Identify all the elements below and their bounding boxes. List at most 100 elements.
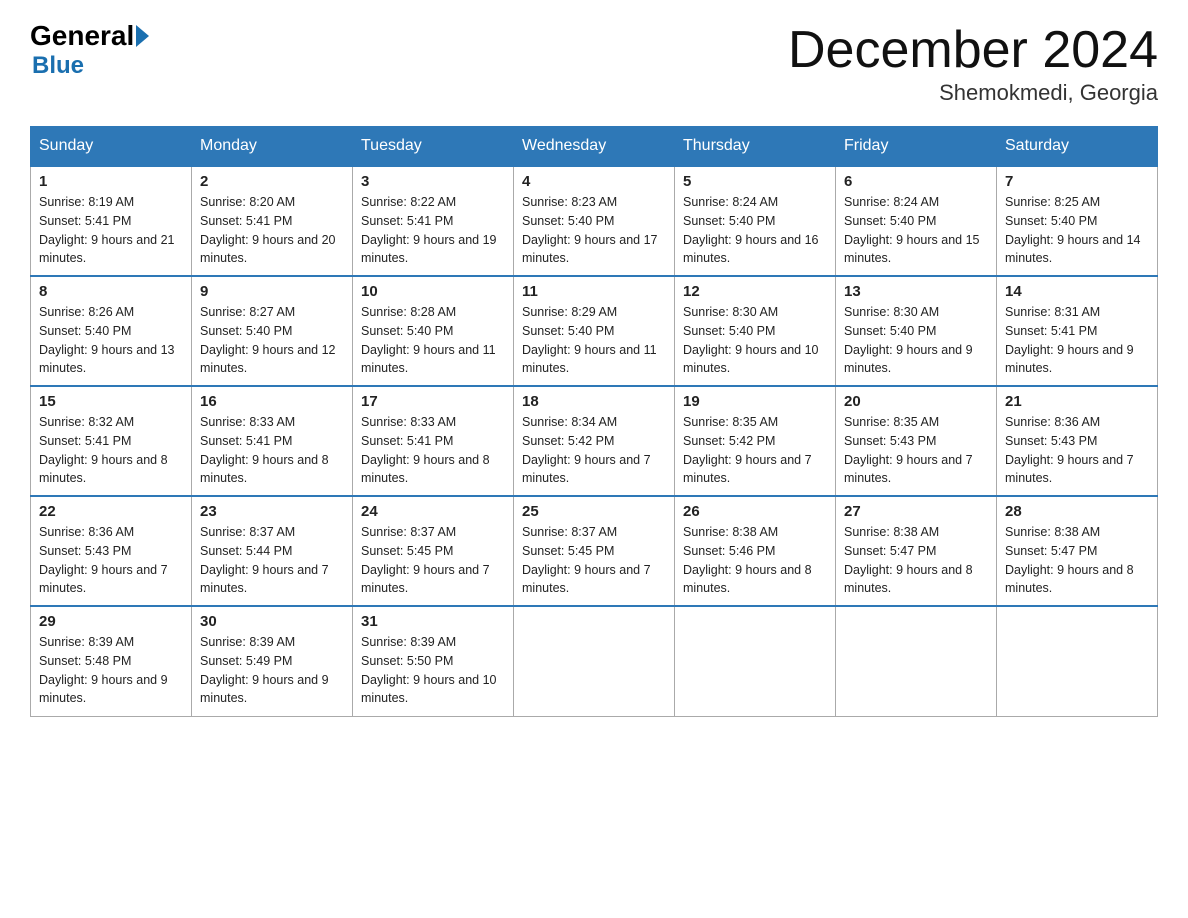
col-thursday: Thursday bbox=[675, 127, 836, 167]
calendar-table: Sunday Monday Tuesday Wednesday Thursday… bbox=[30, 126, 1158, 717]
day-number: 9 bbox=[200, 283, 344, 300]
calendar-week-row: 22 Sunrise: 8:36 AMSunset: 5:43 PMDaylig… bbox=[31, 496, 1158, 606]
day-info: Sunrise: 8:31 AMSunset: 5:41 PMDaylight:… bbox=[1005, 305, 1134, 375]
day-info: Sunrise: 8:24 AMSunset: 5:40 PMDaylight:… bbox=[683, 195, 819, 265]
day-info: Sunrise: 8:22 AMSunset: 5:41 PMDaylight:… bbox=[361, 195, 497, 265]
calendar-day-cell: 12 Sunrise: 8:30 AMSunset: 5:40 PMDaylig… bbox=[675, 276, 836, 386]
col-friday: Friday bbox=[836, 127, 997, 167]
col-sunday: Sunday bbox=[31, 127, 192, 167]
calendar-day-cell: 4 Sunrise: 8:23 AMSunset: 5:40 PMDayligh… bbox=[514, 166, 675, 276]
col-wednesday: Wednesday bbox=[514, 127, 675, 167]
calendar-day-cell bbox=[997, 606, 1158, 716]
day-info: Sunrise: 8:27 AMSunset: 5:40 PMDaylight:… bbox=[200, 305, 336, 375]
day-number: 29 bbox=[39, 613, 183, 630]
day-info: Sunrise: 8:25 AMSunset: 5:40 PMDaylight:… bbox=[1005, 195, 1141, 265]
day-number: 15 bbox=[39, 393, 183, 410]
day-info: Sunrise: 8:20 AMSunset: 5:41 PMDaylight:… bbox=[200, 195, 336, 265]
day-number: 28 bbox=[1005, 503, 1149, 520]
day-number: 23 bbox=[200, 503, 344, 520]
logo-general: General bbox=[30, 20, 134, 52]
calendar-day-cell: 15 Sunrise: 8:32 AMSunset: 5:41 PMDaylig… bbox=[31, 386, 192, 496]
calendar-day-cell: 10 Sunrise: 8:28 AMSunset: 5:40 PMDaylig… bbox=[353, 276, 514, 386]
day-info: Sunrise: 8:23 AMSunset: 5:40 PMDaylight:… bbox=[522, 195, 658, 265]
calendar-day-cell: 21 Sunrise: 8:36 AMSunset: 5:43 PMDaylig… bbox=[997, 386, 1158, 496]
col-monday: Monday bbox=[192, 127, 353, 167]
day-info: Sunrise: 8:33 AMSunset: 5:41 PMDaylight:… bbox=[361, 415, 490, 485]
calendar-day-cell: 22 Sunrise: 8:36 AMSunset: 5:43 PMDaylig… bbox=[31, 496, 192, 606]
calendar-week-row: 15 Sunrise: 8:32 AMSunset: 5:41 PMDaylig… bbox=[31, 386, 1158, 496]
day-number: 13 bbox=[844, 283, 988, 300]
col-saturday: Saturday bbox=[997, 127, 1158, 167]
calendar-day-cell: 9 Sunrise: 8:27 AMSunset: 5:40 PMDayligh… bbox=[192, 276, 353, 386]
calendar-day-cell: 20 Sunrise: 8:35 AMSunset: 5:43 PMDaylig… bbox=[836, 386, 997, 496]
calendar-week-row: 8 Sunrise: 8:26 AMSunset: 5:40 PMDayligh… bbox=[31, 276, 1158, 386]
day-info: Sunrise: 8:37 AMSunset: 5:45 PMDaylight:… bbox=[522, 525, 651, 595]
day-number: 20 bbox=[844, 393, 988, 410]
calendar-day-cell: 16 Sunrise: 8:33 AMSunset: 5:41 PMDaylig… bbox=[192, 386, 353, 496]
day-number: 31 bbox=[361, 613, 505, 630]
day-number: 19 bbox=[683, 393, 827, 410]
day-info: Sunrise: 8:32 AMSunset: 5:41 PMDaylight:… bbox=[39, 415, 168, 485]
calendar-week-row: 1 Sunrise: 8:19 AMSunset: 5:41 PMDayligh… bbox=[31, 166, 1158, 276]
day-info: Sunrise: 8:34 AMSunset: 5:42 PMDaylight:… bbox=[522, 415, 651, 485]
calendar-day-cell: 11 Sunrise: 8:29 AMSunset: 5:40 PMDaylig… bbox=[514, 276, 675, 386]
day-number: 4 bbox=[522, 173, 666, 190]
day-info: Sunrise: 8:39 AMSunset: 5:50 PMDaylight:… bbox=[361, 635, 497, 705]
day-info: Sunrise: 8:37 AMSunset: 5:44 PMDaylight:… bbox=[200, 525, 329, 595]
day-number: 3 bbox=[361, 173, 505, 190]
calendar-day-cell: 27 Sunrise: 8:38 AMSunset: 5:47 PMDaylig… bbox=[836, 496, 997, 606]
day-info: Sunrise: 8:38 AMSunset: 5:46 PMDaylight:… bbox=[683, 525, 812, 595]
day-number: 1 bbox=[39, 173, 183, 190]
month-title: December 2024 bbox=[788, 20, 1158, 80]
day-info: Sunrise: 8:24 AMSunset: 5:40 PMDaylight:… bbox=[844, 195, 980, 265]
calendar-day-cell bbox=[675, 606, 836, 716]
calendar-day-cell bbox=[514, 606, 675, 716]
calendar-day-cell: 13 Sunrise: 8:30 AMSunset: 5:40 PMDaylig… bbox=[836, 276, 997, 386]
day-info: Sunrise: 8:36 AMSunset: 5:43 PMDaylight:… bbox=[1005, 415, 1134, 485]
day-info: Sunrise: 8:35 AMSunset: 5:42 PMDaylight:… bbox=[683, 415, 812, 485]
day-number: 10 bbox=[361, 283, 505, 300]
calendar-day-cell: 23 Sunrise: 8:37 AMSunset: 5:44 PMDaylig… bbox=[192, 496, 353, 606]
logo-triangle-icon bbox=[136, 25, 149, 47]
day-number: 21 bbox=[1005, 393, 1149, 410]
day-number: 17 bbox=[361, 393, 505, 410]
day-number: 30 bbox=[200, 613, 344, 630]
calendar-day-cell: 24 Sunrise: 8:37 AMSunset: 5:45 PMDaylig… bbox=[353, 496, 514, 606]
location-title: Shemokmedi, Georgia bbox=[788, 80, 1158, 106]
day-info: Sunrise: 8:26 AMSunset: 5:40 PMDaylight:… bbox=[39, 305, 175, 375]
day-number: 22 bbox=[39, 503, 183, 520]
calendar-week-row: 29 Sunrise: 8:39 AMSunset: 5:48 PMDaylig… bbox=[31, 606, 1158, 716]
day-info: Sunrise: 8:30 AMSunset: 5:40 PMDaylight:… bbox=[683, 305, 819, 375]
calendar-day-cell: 18 Sunrise: 8:34 AMSunset: 5:42 PMDaylig… bbox=[514, 386, 675, 496]
day-info: Sunrise: 8:38 AMSunset: 5:47 PMDaylight:… bbox=[844, 525, 973, 595]
calendar-header-row: Sunday Monday Tuesday Wednesday Thursday… bbox=[31, 127, 1158, 167]
day-number: 5 bbox=[683, 173, 827, 190]
calendar-day-cell: 2 Sunrise: 8:20 AMSunset: 5:41 PMDayligh… bbox=[192, 166, 353, 276]
day-info: Sunrise: 8:35 AMSunset: 5:43 PMDaylight:… bbox=[844, 415, 973, 485]
logo: General Blue bbox=[30, 20, 151, 80]
calendar-day-cell: 17 Sunrise: 8:33 AMSunset: 5:41 PMDaylig… bbox=[353, 386, 514, 496]
logo-blue: Blue bbox=[32, 52, 84, 80]
day-info: Sunrise: 8:37 AMSunset: 5:45 PMDaylight:… bbox=[361, 525, 490, 595]
day-number: 27 bbox=[844, 503, 988, 520]
calendar-day-cell: 28 Sunrise: 8:38 AMSunset: 5:47 PMDaylig… bbox=[997, 496, 1158, 606]
day-number: 6 bbox=[844, 173, 988, 190]
day-info: Sunrise: 8:39 AMSunset: 5:49 PMDaylight:… bbox=[200, 635, 329, 705]
day-number: 2 bbox=[200, 173, 344, 190]
day-info: Sunrise: 8:30 AMSunset: 5:40 PMDaylight:… bbox=[844, 305, 973, 375]
calendar-day-cell: 30 Sunrise: 8:39 AMSunset: 5:49 PMDaylig… bbox=[192, 606, 353, 716]
day-number: 24 bbox=[361, 503, 505, 520]
calendar-day-cell: 8 Sunrise: 8:26 AMSunset: 5:40 PMDayligh… bbox=[31, 276, 192, 386]
day-number: 14 bbox=[1005, 283, 1149, 300]
day-number: 18 bbox=[522, 393, 666, 410]
day-info: Sunrise: 8:29 AMSunset: 5:40 PMDaylight:… bbox=[522, 305, 657, 375]
calendar-day-cell: 5 Sunrise: 8:24 AMSunset: 5:40 PMDayligh… bbox=[675, 166, 836, 276]
title-area: December 2024 Shemokmedi, Georgia bbox=[788, 20, 1158, 106]
day-number: 7 bbox=[1005, 173, 1149, 190]
day-number: 26 bbox=[683, 503, 827, 520]
calendar-day-cell: 29 Sunrise: 8:39 AMSunset: 5:48 PMDaylig… bbox=[31, 606, 192, 716]
calendar-day-cell: 25 Sunrise: 8:37 AMSunset: 5:45 PMDaylig… bbox=[514, 496, 675, 606]
day-number: 16 bbox=[200, 393, 344, 410]
calendar-day-cell: 31 Sunrise: 8:39 AMSunset: 5:50 PMDaylig… bbox=[353, 606, 514, 716]
day-number: 11 bbox=[522, 283, 666, 300]
